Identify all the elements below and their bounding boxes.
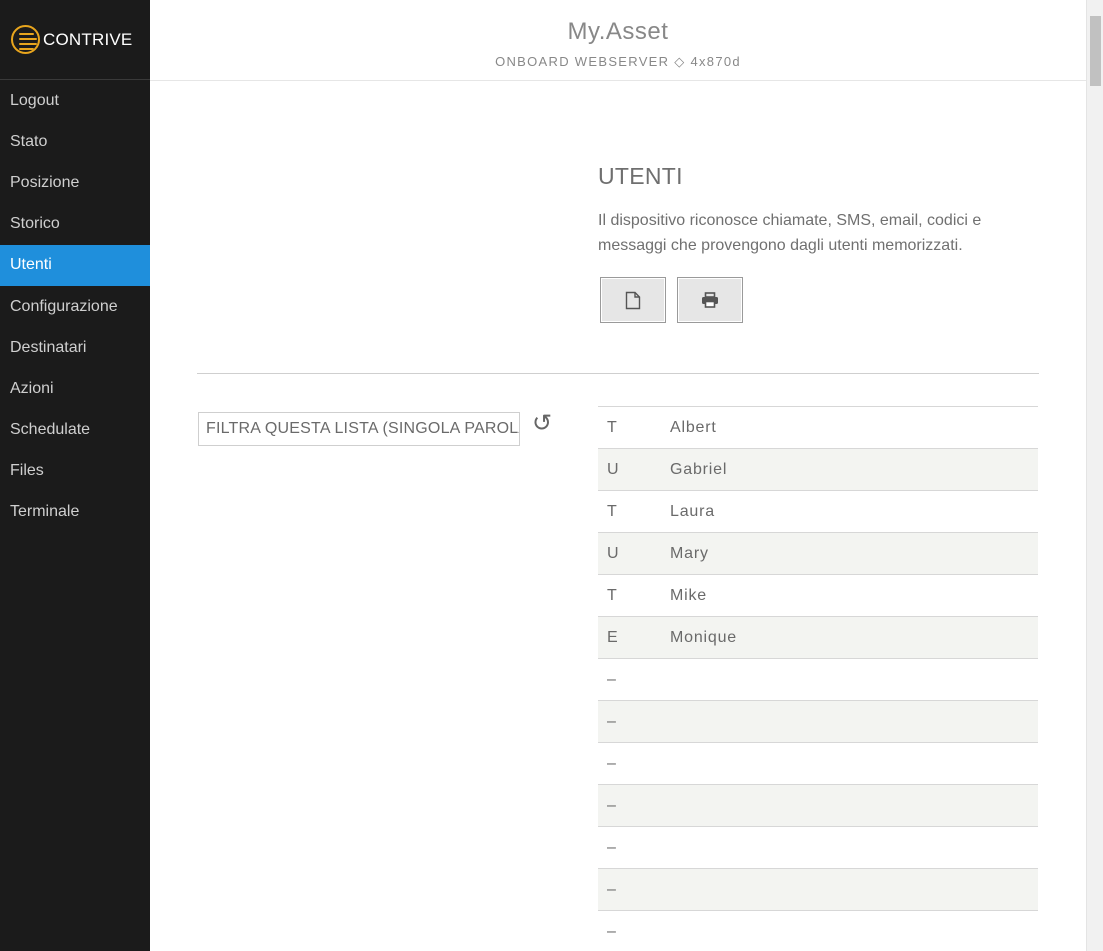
table-row[interactable]: – bbox=[598, 827, 1038, 869]
page-subtitle: ONBOARD WEBSERVER ◇ 4x870d bbox=[495, 54, 741, 69]
sidebar-nav: Logout Stato Posizione Storico Utenti Configu… bbox=[0, 80, 150, 533]
brand-logo[interactable]: CONTRIVE bbox=[0, 0, 150, 80]
user-type: – bbox=[607, 754, 616, 772]
sidebar-item-destinatari[interactable]: Destinatari bbox=[0, 327, 150, 368]
sidebar-item-files[interactable]: Files bbox=[0, 451, 150, 492]
table-row[interactable]: – bbox=[598, 869, 1038, 911]
filter-input[interactable] bbox=[198, 412, 520, 446]
printer-icon bbox=[702, 292, 718, 308]
section-divider bbox=[197, 373, 1039, 374]
table-row[interactable]: – bbox=[598, 785, 1038, 827]
user-name: Mike bbox=[670, 586, 707, 604]
user-list: T Albert U Gabriel T Laura U Mary T Mike E Monique –… bbox=[598, 406, 1038, 951]
sidebar-item-utenti[interactable]: Utenti bbox=[0, 244, 150, 286]
sidebar-item-storico[interactable]: Storico bbox=[0, 204, 150, 245]
new-user-button[interactable] bbox=[600, 277, 666, 323]
scrollbar-thumb[interactable] bbox=[1090, 16, 1101, 86]
user-name: Albert bbox=[670, 418, 717, 436]
table-row[interactable]: T Mike bbox=[598, 575, 1038, 617]
vertical-scrollbar[interactable] bbox=[1086, 0, 1103, 951]
sidebar-item-azioni[interactable]: Azioni bbox=[0, 368, 150, 409]
user-type: – bbox=[607, 670, 616, 688]
table-row[interactable]: – bbox=[598, 743, 1038, 785]
user-name: Monique bbox=[670, 628, 737, 646]
contrive-logo-icon bbox=[11, 25, 40, 54]
sidebar-item-terminale[interactable]: Terminale bbox=[0, 492, 150, 533]
table-row[interactable]: T Albert bbox=[598, 407, 1038, 449]
page-title: My.Asset bbox=[567, 18, 669, 45]
sidebar-item-posizione[interactable]: Posizione bbox=[0, 162, 150, 203]
user-type: – bbox=[607, 796, 616, 814]
page-header: My.Asset ONBOARD WEBSERVER ◇ 4x870d bbox=[150, 0, 1086, 81]
user-name: Laura bbox=[670, 502, 715, 520]
table-row[interactable]: – bbox=[598, 911, 1038, 951]
user-type: – bbox=[607, 922, 616, 940]
user-type: E bbox=[607, 628, 618, 646]
user-type: T bbox=[607, 502, 617, 520]
table-row[interactable]: – bbox=[598, 659, 1038, 701]
user-type: – bbox=[607, 838, 616, 856]
user-type: – bbox=[607, 880, 616, 898]
brand-name: CONTRIVE bbox=[43, 29, 133, 49]
table-row[interactable]: U Gabriel bbox=[598, 449, 1038, 491]
section-description: Il dispositivo riconosce chiamate, SMS, … bbox=[598, 212, 982, 254]
user-name: Mary bbox=[670, 544, 709, 562]
table-row[interactable]: T Laura bbox=[598, 491, 1038, 533]
table-row[interactable]: E Monique bbox=[598, 617, 1038, 659]
reset-filter-icon[interactable]: ↺ bbox=[532, 411, 556, 437]
table-row[interactable]: U Mary bbox=[598, 533, 1038, 575]
sidebar-item-schedulate[interactable]: Schedulate bbox=[0, 410, 150, 451]
user-type: T bbox=[607, 586, 617, 604]
user-type: U bbox=[607, 460, 619, 478]
user-type: – bbox=[607, 712, 616, 730]
user-type: T bbox=[607, 418, 617, 436]
user-name: Gabriel bbox=[670, 460, 728, 478]
print-button[interactable] bbox=[677, 277, 743, 323]
user-type: U bbox=[607, 544, 619, 562]
section-title: UTENTI bbox=[598, 163, 683, 189]
sidebar-item-logout[interactable]: Logout bbox=[0, 80, 150, 121]
sidebar: CONTRIVE Logout Stato Posizione Storico Uten… bbox=[0, 0, 150, 951]
table-row[interactable]: – bbox=[598, 701, 1038, 743]
new-document-icon bbox=[625, 291, 641, 309]
sidebar-item-stato[interactable]: Stato bbox=[0, 121, 150, 162]
sidebar-item-configurazione[interactable]: Configurazione bbox=[0, 286, 150, 327]
